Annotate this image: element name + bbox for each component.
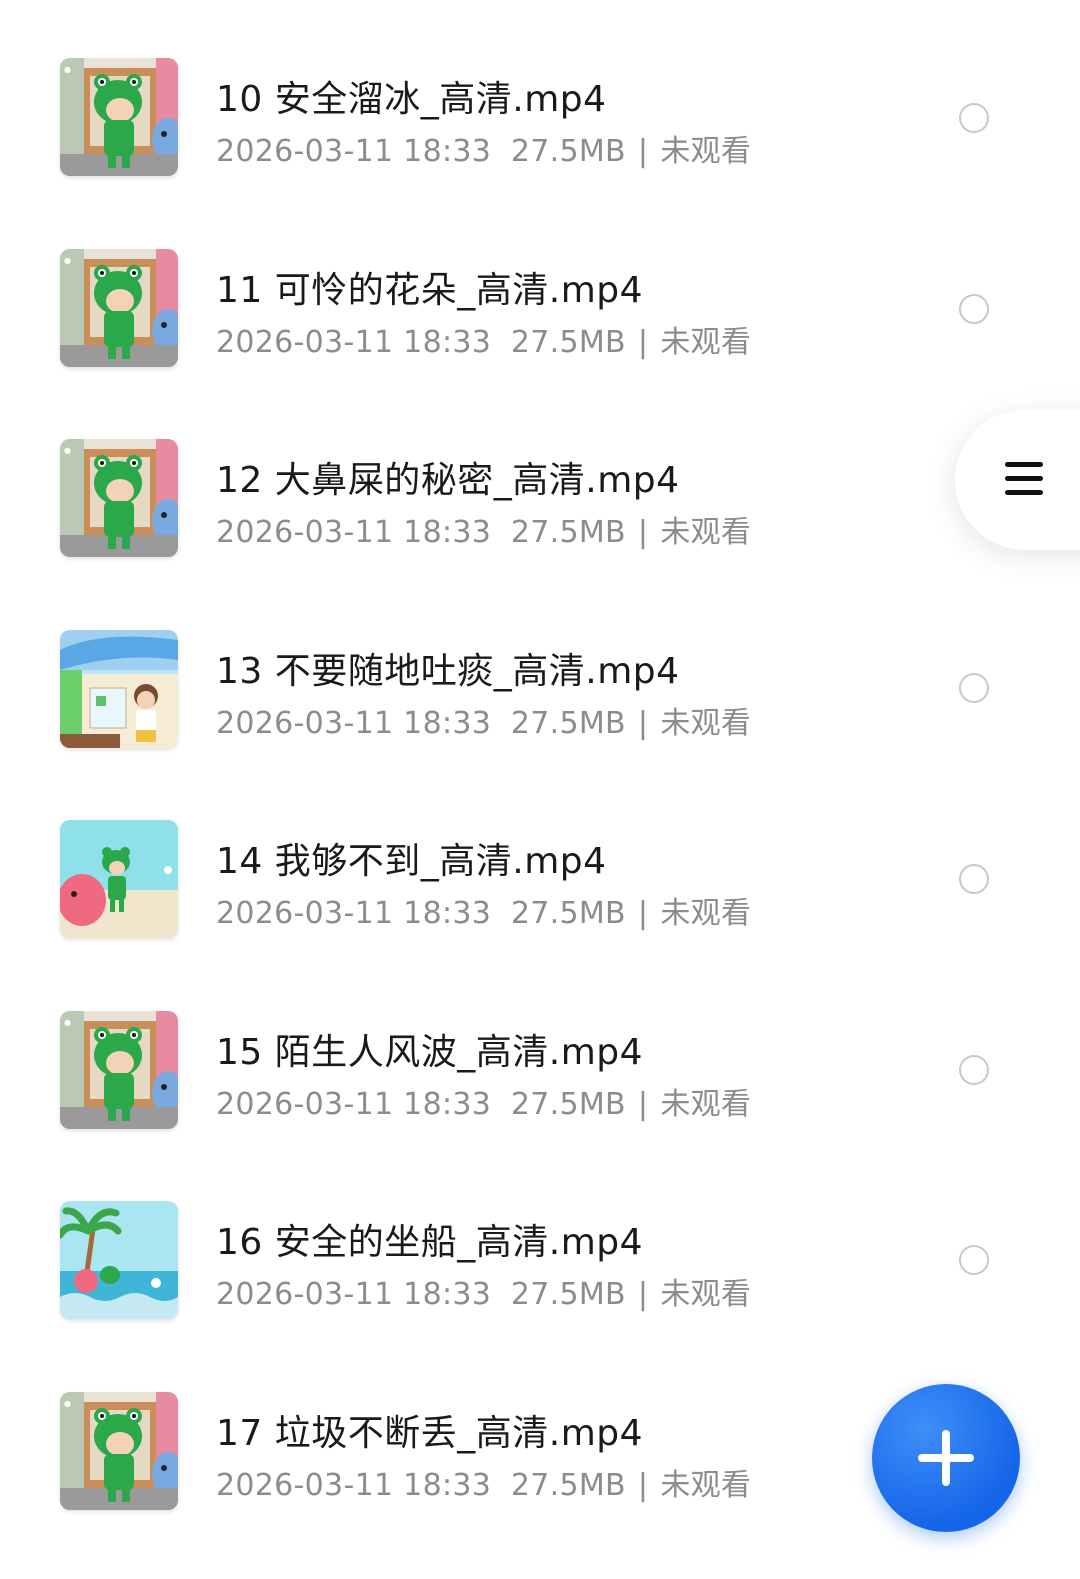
video-thumbnail: ●	[60, 58, 178, 176]
video-thumbnail: ●	[60, 1392, 178, 1510]
watch-status: 未观看	[660, 515, 752, 550]
menu-icon	[1005, 462, 1043, 504]
separator: |	[637, 896, 649, 931]
list-item[interactable]: ● 10 安全溜冰_高清.mp4 2026-03-11 18:33 27.5MB…	[0, 22, 1080, 213]
svg-text:●: ●	[64, 65, 71, 74]
select-radio[interactable]	[959, 1245, 989, 1275]
file-name: 10 安全溜冰_高清.mp4	[216, 79, 607, 120]
video-thumbnail: ●	[60, 1011, 178, 1129]
select-radio[interactable]	[959, 294, 989, 324]
select-radio[interactable]	[959, 103, 989, 133]
list-item[interactable]: 14 我够不到_高清.mp4 2026-03-11 18:33 27.5MB | 未…	[0, 784, 1080, 975]
watch-status: 未观看	[660, 896, 752, 931]
svg-text:●: ●	[64, 256, 71, 265]
separator: |	[637, 1468, 649, 1503]
list-item[interactable]: ● 15 陌生人风波_高清.mp4 2026-03-11 18:33 27.5M…	[0, 975, 1080, 1166]
file-name: 16 安全的坐船_高清.mp4	[216, 1222, 644, 1263]
file-date: 2026-03-11 18:33	[216, 1468, 492, 1503]
thumbnail-image	[60, 630, 178, 748]
watch-status: 未观看	[660, 1468, 752, 1503]
thumbnail-image: ●	[60, 1011, 178, 1129]
watch-status: 未观看	[660, 706, 752, 741]
file-meta: 2026-03-11 18:33 27.5MB | 未观看	[216, 888, 751, 932]
select-radio[interactable]	[959, 1055, 989, 1085]
add-button[interactable]	[872, 1384, 1020, 1532]
list-item[interactable]: ● 12 大鼻屎的秘密_高清.mp4 2026-03-11 18:33 27.5…	[0, 403, 1080, 594]
file-size: 27.5MB	[510, 706, 626, 741]
thumbnail-image: ●	[60, 439, 178, 557]
separator: |	[637, 1277, 649, 1312]
file-meta: 2026-03-11 18:33 27.5MB | 未观看	[216, 1079, 751, 1123]
file-name: 11 可怜的花朵_高清.mp4	[216, 270, 644, 311]
file-date: 2026-03-11 18:33	[216, 325, 492, 360]
file-date: 2026-03-11 18:33	[216, 134, 492, 169]
file-meta: 2026-03-11 18:33 27.5MB | 未观看	[216, 1460, 751, 1504]
file-size: 27.5MB	[510, 1468, 626, 1503]
file-name: 12 大鼻屎的秘密_高清.mp4	[216, 460, 680, 501]
list-item[interactable]: 13 不要随地吐痰_高清.mp4 2026-03-11 18:33 27.5MB…	[0, 594, 1080, 785]
file-size: 27.5MB	[510, 1087, 626, 1122]
file-date: 2026-03-11 18:33	[216, 706, 492, 741]
thumbnail-image: ●	[60, 249, 178, 367]
video-thumbnail: ●	[60, 439, 178, 557]
separator: |	[637, 325, 649, 360]
select-radio[interactable]	[959, 673, 989, 703]
video-thumbnail	[60, 630, 178, 748]
file-size: 27.5MB	[510, 515, 626, 550]
svg-text:●: ●	[64, 1018, 71, 1027]
file-name: 17 垃圾不断丢_高清.mp4	[216, 1413, 644, 1454]
separator: |	[637, 134, 649, 169]
thumbnail-image: ●	[60, 58, 178, 176]
file-name: 14 我够不到_高清.mp4	[216, 841, 607, 882]
file-size: 27.5MB	[510, 1277, 626, 1312]
file-date: 2026-03-11 18:33	[216, 1277, 492, 1312]
file-meta: 2026-03-11 18:33 27.5MB | 未观看	[216, 1269, 751, 1313]
file-name: 13 不要随地吐痰_高清.mp4	[216, 651, 680, 692]
video-thumbnail	[60, 820, 178, 938]
file-date: 2026-03-11 18:33	[216, 1087, 492, 1122]
svg-text:●: ●	[64, 1399, 71, 1408]
watch-status: 未观看	[660, 1277, 752, 1312]
select-radio[interactable]	[959, 864, 989, 894]
svg-text:●: ●	[64, 446, 71, 455]
file-size: 27.5MB	[510, 896, 626, 931]
list-item[interactable]: ● 11 可怜的花朵_高清.mp4 2026-03-11 18:33 27.5M…	[0, 213, 1080, 404]
list-item[interactable]: 16 安全的坐船_高清.mp4 2026-03-11 18:33 27.5MB |…	[0, 1165, 1080, 1356]
separator: |	[637, 1087, 649, 1122]
file-meta: 2026-03-11 18:33 27.5MB | 未观看	[216, 317, 751, 361]
video-thumbnail	[60, 1201, 178, 1319]
thumbnail-image	[60, 820, 178, 938]
watch-status: 未观看	[660, 134, 752, 169]
file-meta: 2026-03-11 18:33 27.5MB | 未观看	[216, 126, 751, 170]
video-thumbnail: ●	[60, 249, 178, 367]
separator: |	[637, 515, 649, 550]
file-size: 27.5MB	[510, 134, 626, 169]
thumbnail-image: ●	[60, 1392, 178, 1510]
file-meta: 2026-03-11 18:33 27.5MB | 未观看	[216, 698, 751, 742]
file-name: 15 陌生人风波_高清.mp4	[216, 1032, 644, 1073]
watch-status: 未观看	[660, 325, 752, 360]
watch-status: 未观看	[660, 1087, 752, 1122]
file-meta: 2026-03-11 18:33 27.5MB | 未观看	[216, 507, 751, 551]
file-date: 2026-03-11 18:33	[216, 515, 492, 550]
file-size: 27.5MB	[510, 325, 626, 360]
separator: |	[637, 706, 649, 741]
file-date: 2026-03-11 18:33	[216, 896, 492, 931]
thumbnail-image	[60, 1201, 178, 1319]
